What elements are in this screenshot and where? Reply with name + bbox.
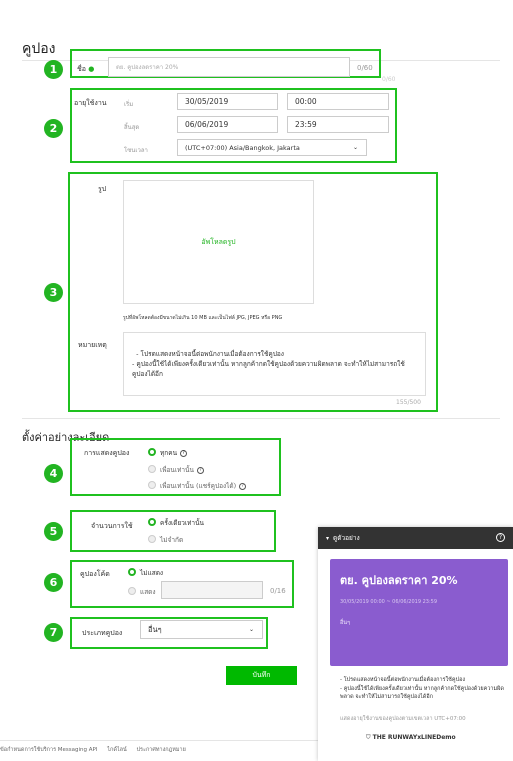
display-radio-friends[interactable] [148, 465, 156, 473]
coupon-code-radio-show[interactable] [128, 587, 136, 595]
preview-header-title: ดูตัวอย่าง [333, 534, 360, 542]
name-label: ชื่อ ● [77, 65, 95, 73]
footer-link-guidelines[interactable]: ไกด์ไลน์ [107, 747, 127, 753]
help-icon: ? [196, 466, 204, 474]
remarks-text: - โปรดแสดงหน้าจอนี้ต่อพนักงานเมื่อต้องกา… [132, 350, 405, 378]
display-option-all: ทุกคน? [160, 448, 188, 458]
chevron-down-icon: ⌄ [248, 626, 254, 633]
preview-header[interactable]: ▾ ดูตัวอย่าง ? [318, 527, 513, 549]
image-note: รูปที่อัพโหลดต้องมีขนาดไม่เกิน 10 MB และ… [123, 315, 283, 321]
usage-label: จำนวนการใช้ [91, 522, 133, 530]
start-time-input[interactable]: 00:00 [287, 93, 389, 110]
timezone-label: โซนเวลา [124, 147, 148, 154]
section-divider [22, 418, 500, 419]
footer-link-terms[interactable]: ข้อกำหนดการใช้บริการ Messaging API [0, 747, 97, 753]
footer-link-legal[interactable]: ประกาศทางกฎหมาย [137, 747, 186, 753]
coupon-type-select[interactable]: อื่นๆ ⌄ [140, 620, 263, 639]
name-counter: 0/60 [357, 64, 373, 72]
help-icon: ? [180, 449, 188, 457]
usage-option-once: ครั้งเดียวเท่านั้น [160, 519, 204, 527]
image-upload-area[interactable]: อัพโหลดรูป [123, 180, 314, 304]
display-radio-all[interactable] [148, 448, 156, 456]
badge-3: 3 [44, 283, 63, 302]
help-icon: ? [239, 482, 247, 490]
end-date-input[interactable]: 06/06/2019 [177, 116, 278, 133]
timezone-select[interactable]: (UTC+07:00) Asia/Bangkok, Jakarta ⌄ [177, 139, 367, 156]
coupon-code-input[interactable] [161, 581, 263, 599]
name-input-placeholder: ตย. คูปองลดราคา 20% [116, 64, 179, 71]
display-option-friends-share: เพื่อนเท่านั้น (แชร์คูปองได้)? [160, 481, 247, 491]
preview-panel: ▾ ดูตัวอย่าง ? ตย. คูปองลดราคา 20% 30/05… [318, 527, 513, 761]
preview-remarks: - โปรดแสดงหน้าจอนี้ต่อพนักงานเมื่อต้องกา… [340, 677, 504, 700]
coupon-code-label: คูปองโค้ด [80, 570, 110, 578]
name-input[interactable]: ตย. คูปองลดราคา 20% [108, 57, 350, 77]
preview-validity-note: แสดงอายุใช้งานของคูปองตามเขตเวลา UTC+07:… [340, 716, 466, 722]
help-circle-icon[interactable]: ? [496, 533, 505, 542]
badge-4: 4 [44, 464, 63, 483]
end-label: สิ้นสุด [124, 124, 140, 131]
coupon-code-counter: 0/16 [270, 587, 286, 595]
chevron-down-icon: ⌄ [352, 144, 358, 151]
usage-radio-unlimited[interactable] [148, 535, 156, 543]
usage-radio-once[interactable] [148, 518, 156, 526]
caret-down-icon: ▾ [326, 534, 330, 542]
image-label: รูป [98, 185, 107, 193]
usage-option-unlimited: ไม่จำกัด [160, 536, 184, 544]
name-counter-behind: 0/60 [382, 76, 396, 83]
coupon-code-option-show: แสดง [140, 588, 156, 596]
period-label: อายุใช้งาน [74, 99, 107, 107]
remarks-counter: 155/500 [396, 399, 421, 406]
start-date-input[interactable]: 30/05/2019 [177, 93, 278, 110]
coupon-type-value: อื่นๆ [148, 624, 162, 634]
badge-5: 5 [44, 522, 63, 541]
shield-icon: ⛉ [366, 734, 371, 741]
page-title: คูปอง [22, 41, 56, 57]
preview-account-name: THE RUNWAYxLINEDemo [372, 734, 456, 741]
badge-7: 7 [44, 623, 63, 642]
coupon-type-label: ประเภทคูปอง [82, 629, 123, 637]
badge-6: 6 [44, 573, 63, 592]
preview-coupon-card: ตย. คูปองลดราคา 20% 30/05/2019 00:00 ~ 0… [330, 559, 508, 666]
save-button[interactable]: บันทึก [226, 666, 297, 685]
badge-1: 1 [44, 60, 63, 79]
display-radio-friends-share[interactable] [148, 481, 156, 489]
preview-account: ⛉ THE RUNWAYxLINEDemo [366, 734, 456, 742]
end-time-input[interactable]: 23:59 [287, 116, 389, 133]
footer-links: ข้อกำหนดการใช้บริการ Messaging API ไกด์ไ… [0, 746, 186, 754]
save-button-label: บันทึก [252, 671, 271, 679]
remarks-label: หมายเหตุ [78, 341, 107, 349]
coupon-code-option-hide: ไม่แสดง [140, 569, 164, 577]
start-label: เริ่ม [124, 101, 134, 108]
badge-2: 2 [44, 119, 63, 138]
display-label: การแสดงคูปอง [84, 449, 130, 457]
timezone-value: (UTC+07:00) Asia/Bangkok, Jakarta [185, 143, 300, 152]
remarks-textarea[interactable]: - โปรดแสดงหน้าจอนี้ต่อพนักงานเมื่อต้องกา… [123, 332, 426, 396]
footer-divider [0, 740, 320, 741]
display-option-friends: เพื่อนเท่านั้น? [160, 465, 204, 475]
preview-coupon-type: อื่นๆ [340, 620, 351, 626]
preview-coupon-dates: 30/05/2019 00:00 ~ 06/06/2019 23:59 [340, 599, 438, 605]
preview-coupon-title: ตย. คูปองลดราคา 20% [340, 574, 458, 587]
upload-link[interactable]: อัพโหลดรูป [201, 237, 235, 248]
coupon-code-radio-hide[interactable] [128, 568, 136, 576]
